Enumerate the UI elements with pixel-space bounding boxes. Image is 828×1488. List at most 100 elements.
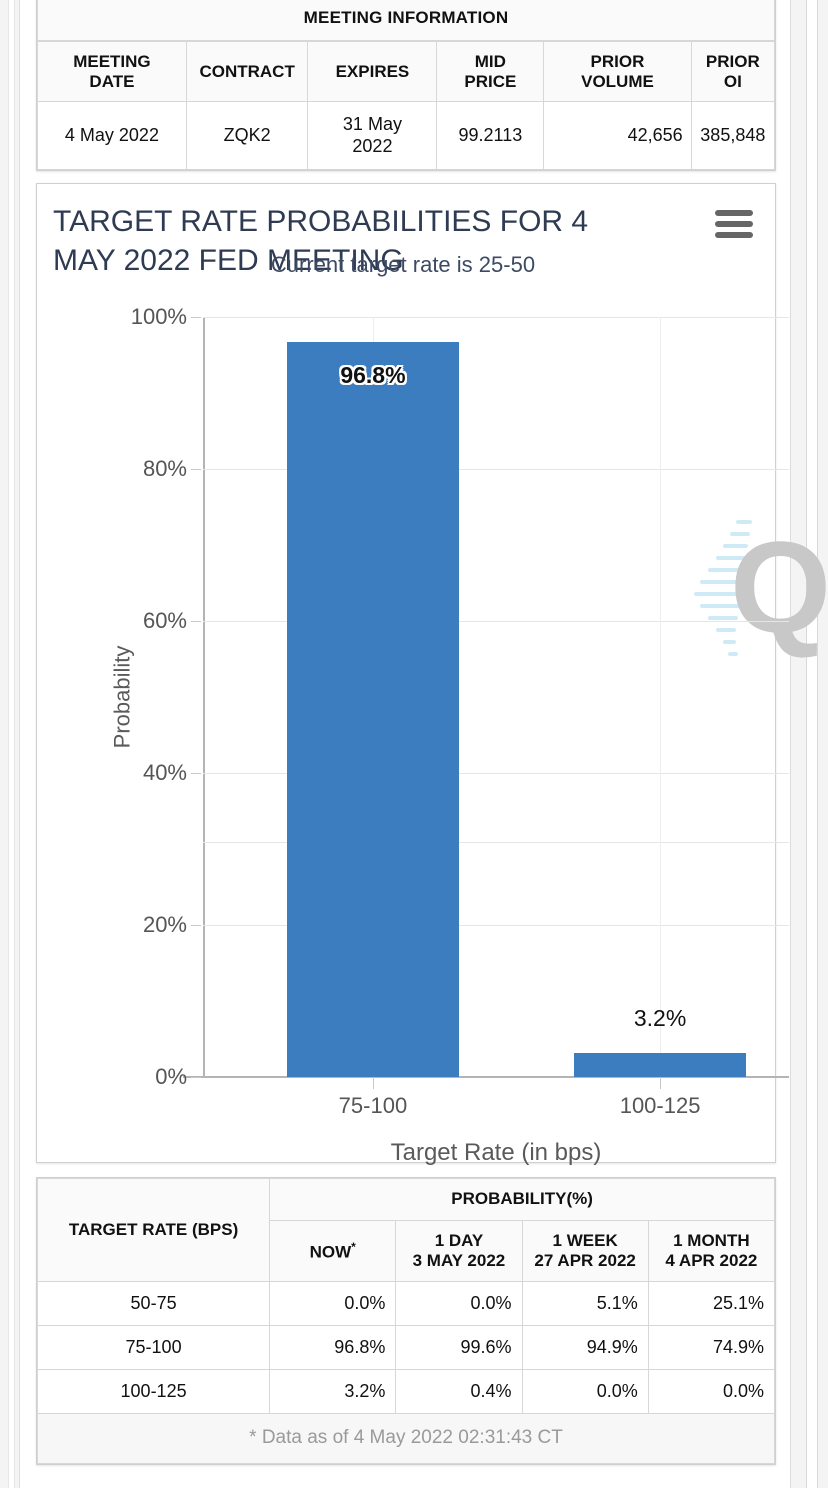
header-1-month: 1 MONTH 4 APR 2022 — [647, 1219, 776, 1283]
left-rail-inner — [8, 0, 15, 1488]
cell-week-2: 0.0% — [521, 1369, 649, 1415]
col-prior-volume: PRIOR VOLUME — [543, 40, 692, 103]
table-row: 50-75 0.0% 0.0% 5.1% 25.1% — [36, 1281, 776, 1327]
header-target-rate: TARGET RATE (BPS) — [36, 1178, 271, 1283]
col-meeting-date: MEETING DATE — [37, 40, 187, 103]
header-1-month-l2: 4 APR 2022 — [665, 1251, 758, 1271]
cell-week-0: 5.1% — [521, 1281, 649, 1327]
col-mid-price: MID PRICE — [436, 40, 545, 103]
cell-meeting-date: 4 May 2022 — [37, 101, 187, 171]
cell-rate-2: 100-125 — [36, 1369, 271, 1415]
cell-month-2: 0.0% — [647, 1369, 776, 1415]
probability-table: TARGET RATE (BPS) PROBABILITY(%) NOW* 1 … — [36, 1178, 776, 1415]
header-1-month-l1: 1 MONTH — [673, 1230, 750, 1250]
ytick-mark-0 — [191, 1077, 201, 1079]
ytick-label-100: 100% — [130, 304, 187, 330]
cell-expires-l1: 31 May — [342, 114, 402, 135]
col-prior-volume-l1: PRIOR — [590, 52, 645, 71]
header-1-week: 1 WEEK 27 APR 2022 — [521, 1219, 649, 1283]
cell-month-1: 74.9% — [647, 1325, 776, 1371]
x-axis-title: Target Rate (in bps) — [390, 1139, 602, 1167]
ytick-mark-80 — [191, 469, 201, 471]
meeting-information-title: MEETING INFORMATION — [37, 0, 775, 41]
ytick-label-0: 0% — [155, 1064, 187, 1090]
y-axis-title: Probability — [109, 645, 135, 749]
hamburger-bar-3 — [715, 232, 753, 239]
table-header-row-top: TARGET RATE (BPS) PROBABILITY(%) — [36, 1178, 775, 1283]
cell-prior-volume: 42,656 — [543, 101, 692, 171]
ytick-mark-60 — [191, 621, 201, 623]
cell-prior-oi: 385,848 — [690, 101, 776, 171]
hamburger-menu-icon[interactable] — [715, 210, 753, 239]
probability-table-footer: * Data as of 4 May 2022 02:31:43 CT — [37, 1414, 775, 1465]
col-prior-oi-l1: PRIOR — [705, 52, 760, 71]
left-rail — [0, 0, 20, 1488]
bar-100-125[interactable] — [574, 1052, 747, 1078]
header-1-day: 1 DAY 3 MAY 2022 — [395, 1219, 523, 1283]
header-probability: PROBABILITY(%) — [269, 1178, 775, 1221]
meeting-information-card: MEETING INFORMATION MEETING DATE CONTRAC… — [36, 0, 776, 172]
ytick-label-60: 60% — [142, 608, 187, 634]
right-rail — [790, 0, 828, 1488]
vertical-scrollbar[interactable] — [806, 0, 818, 1488]
header-1-week-l1: 1 WEEK — [552, 1230, 618, 1250]
target-rate-chart-card: TARGET RATE PROBABILITIES FOR 4 MAY 2022… — [36, 183, 828, 1166]
col-expires: EXPIRES — [307, 40, 438, 103]
cell-week-1: 94.9% — [521, 1325, 649, 1371]
gridline-100 — [203, 317, 789, 319]
header-1-day-l1: 1 DAY — [434, 1230, 484, 1250]
page-content: MEETING INFORMATION MEETING DATE CONTRAC… — [22, 0, 828, 1466]
cell-contract: ZQK2 — [185, 101, 309, 171]
header-now-label: NOW — [309, 1242, 352, 1262]
ytick-mark-20 — [191, 925, 201, 927]
col-prior-oi: PRIOR OI — [690, 40, 776, 103]
y-axis-line — [203, 317, 205, 1078]
cell-day-0: 0.0% — [395, 1281, 523, 1327]
cell-expires-l2: 2022 — [352, 135, 393, 156]
meeting-information-table: MEETING DATE CONTRACT EXPIRES MID PRICE … — [37, 40, 776, 171]
col-mid-price-l2: PRICE — [464, 71, 517, 91]
table-row: 100-125 3.2% 0.4% 0.0% 0.0% — [36, 1369, 776, 1415]
hamburger-bar-2 — [715, 221, 753, 228]
cell-mid-price: 99.2113 — [436, 101, 545, 171]
cell-now-0: 0.0% — [269, 1281, 397, 1327]
bar-label-100-125: 3.2% — [633, 1004, 687, 1031]
chart-plot-area: 100% 80% 60% 40% 20% 0% Probability 96.8… — [109, 304, 789, 1166]
header-now: NOW* — [269, 1219, 397, 1283]
hamburger-bar-1 — [715, 210, 753, 217]
chart-subtitle: Current target rate is 25-50 — [270, 252, 536, 278]
header-now-star: * — [351, 1239, 356, 1254]
xtick-label-100-125: 100-125 — [619, 1093, 701, 1119]
cell-rate-1: 75-100 — [36, 1325, 271, 1371]
header-1-week-l2: 27 APR 2022 — [534, 1251, 636, 1271]
ytick-label-40: 40% — [142, 760, 187, 786]
ytick-mark-40 — [191, 773, 201, 775]
probability-table-card: TARGET RATE (BPS) PROBABILITY(%) NOW* 1 … — [36, 1177, 776, 1466]
header-1-day-l2: 3 MAY 2022 — [412, 1251, 506, 1271]
xtick-mark-1 — [372, 1077, 374, 1090]
col-prior-oi-l2: OI — [723, 71, 742, 91]
col-meeting-date-l1: MEETING — [73, 52, 151, 71]
table-header-row: MEETING DATE CONTRACT EXPIRES MID PRICE … — [37, 40, 776, 103]
ytick-mark-100 — [191, 317, 201, 319]
cell-rate-0: 50-75 — [36, 1281, 271, 1327]
col-mid-price-l1: MID — [474, 52, 506, 71]
xtick-mark-2 — [660, 1077, 662, 1090]
ytick-label-80: 80% — [142, 456, 187, 482]
table-row: 4 May 2022 ZQK2 31 May 2022 99.2113 42,6… — [37, 101, 776, 171]
bar-label-75-100: 96.8% — [340, 362, 406, 389]
chart-title-line1: TARGET RATE PROBABILITIES FOR 4 — [53, 205, 589, 239]
cell-now-1: 96.8% — [269, 1325, 397, 1371]
cell-day-1: 99.6% — [395, 1325, 523, 1371]
cell-day-2: 0.4% — [395, 1369, 523, 1415]
page-root: MEETING INFORMATION MEETING DATE CONTRAC… — [0, 0, 828, 1488]
cell-month-0: 25.1% — [647, 1281, 776, 1327]
xtick-label-75-100: 75-100 — [338, 1093, 408, 1119]
cell-expires: 31 May 2022 — [307, 101, 438, 171]
cell-now-2: 3.2% — [269, 1369, 397, 1415]
table-row: 75-100 96.8% 99.6% 94.9% 74.9% — [36, 1325, 776, 1371]
gridline-category-2 — [660, 317, 662, 1078]
ytick-label-20: 20% — [142, 912, 187, 938]
col-meeting-date-l2: DATE — [89, 71, 135, 91]
bar-75-100[interactable] — [286, 341, 459, 1078]
